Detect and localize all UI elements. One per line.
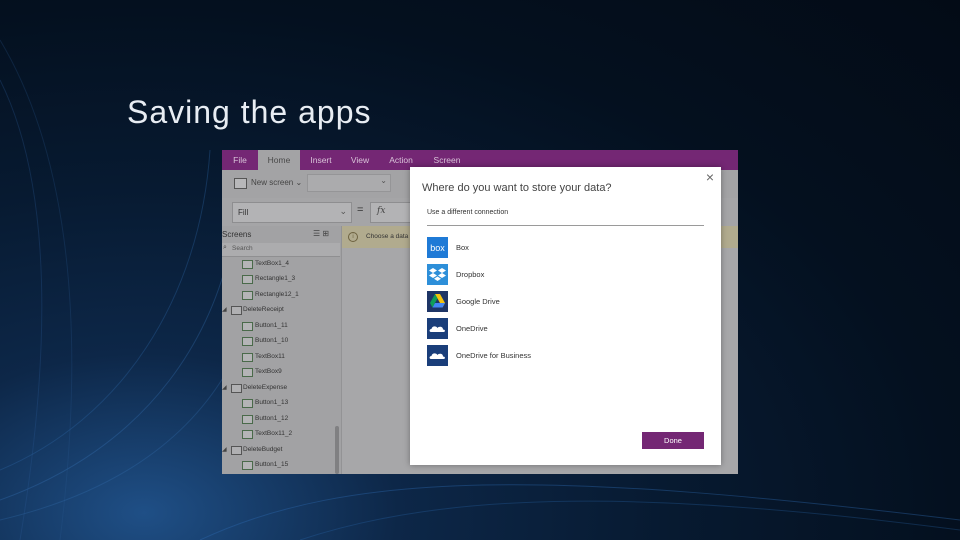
tab-home[interactable]: Home	[258, 150, 300, 170]
tree-item-screen[interactable]: ◢ DeleteExpense	[222, 381, 340, 395]
equals-sign: =	[357, 204, 364, 216]
svg-text:box: box	[430, 243, 445, 253]
storage-dialog: Where do you want to store your data? × …	[410, 167, 721, 465]
control-icon	[242, 368, 253, 377]
box-icon: box	[427, 237, 448, 258]
service-label: Google Drive	[456, 297, 500, 306]
service-option-onedrive-business[interactable]: OneDrive for Business	[427, 345, 687, 367]
close-icon[interactable]: ×	[706, 169, 714, 185]
expand-arrow-icon[interactable]: ◢	[222, 381, 227, 395]
slide-title: Saving the apps	[127, 94, 372, 130]
screens-panel: Screens ☰ ⊞ ⌕ Search TextBox1_4 Rectangl…	[222, 226, 342, 474]
panel-scrollbar[interactable]	[335, 426, 339, 474]
tree-item[interactable]: TextBox11_2	[222, 427, 340, 441]
control-icon	[242, 291, 253, 300]
tree-item[interactable]: Button1_12	[222, 412, 340, 426]
layout-dropdown[interactable]: ⌄	[307, 174, 391, 192]
new-screen-button[interactable]: New screen ⌄	[251, 178, 302, 187]
info-icon: i	[348, 232, 358, 242]
fx-button[interactable]: fx	[370, 202, 412, 223]
property-dropdown[interactable]: Fill ⌄	[232, 202, 352, 223]
expand-arrow-icon[interactable]: ◢	[222, 443, 227, 457]
tree-item[interactable]: TextBox11	[222, 350, 340, 364]
tree-item[interactable]: Rectangle1_3	[222, 272, 340, 286]
new-screen-icon[interactable]	[234, 178, 247, 189]
control-icon	[242, 461, 253, 470]
service-label: Box	[456, 243, 469, 252]
divider	[427, 225, 704, 226]
control-icon	[242, 322, 253, 331]
chevron-down-icon: ⌄	[339, 206, 347, 216]
property-value: Fill	[238, 208, 249, 217]
control-icon	[242, 430, 253, 439]
service-option-box[interactable]: box Box	[427, 237, 687, 259]
tree-item[interactable]: TextBox9	[222, 365, 340, 379]
service-label: Dropbox	[456, 270, 485, 279]
onedrive-business-icon	[427, 345, 448, 366]
dropbox-icon	[427, 264, 448, 285]
screens-search-input[interactable]: ⌕ Search	[222, 243, 340, 257]
control-icon	[242, 415, 253, 424]
control-icon	[242, 337, 253, 346]
tree-item[interactable]: Button1_15	[222, 458, 340, 472]
service-label: OneDrive for Business	[456, 351, 532, 360]
done-button[interactable]: Done	[642, 432, 704, 449]
expand-arrow-icon[interactable]: ◢	[222, 303, 227, 317]
control-icon	[242, 275, 253, 284]
service-option-onedrive[interactable]: OneDrive	[427, 318, 687, 340]
service-option-dropbox[interactable]: Dropbox	[427, 264, 687, 286]
control-icon	[242, 399, 253, 408]
chevron-down-icon: ⌄	[380, 176, 387, 185]
control-icon	[242, 353, 253, 362]
panel-tools-icon[interactable]: ☰ ⊞	[313, 229, 329, 238]
google-drive-icon	[427, 291, 448, 312]
different-connection-link[interactable]: Use a different connection	[427, 209, 508, 216]
onedrive-icon	[427, 318, 448, 339]
service-label: OneDrive	[456, 324, 488, 333]
tree-item-screen[interactable]: ◢ DeleteBudget	[222, 443, 340, 457]
dialog-title: Where do you want to store your data?	[422, 182, 612, 194]
search-icon: ⌕	[223, 244, 227, 251]
control-icon	[242, 260, 253, 269]
tree-item-screen[interactable]: ◢ DeleteReceipt	[222, 303, 340, 317]
tree-item[interactable]: Button1_13	[222, 396, 340, 410]
fx-icon: fx	[377, 206, 386, 216]
tab-file[interactable]: File	[222, 150, 258, 170]
screen-icon	[231, 446, 242, 455]
screen-icon	[231, 306, 242, 315]
tab-insert[interactable]: Insert	[300, 150, 342, 170]
service-option-google-drive[interactable]: Google Drive	[427, 291, 687, 313]
tree-item[interactable]: Button1_10	[222, 334, 340, 348]
panel-title: Screens	[222, 230, 252, 239]
screen-icon	[231, 384, 242, 393]
tab-view[interactable]: View	[342, 150, 378, 170]
tree-item[interactable]: TextBox1_4	[222, 257, 340, 271]
tree-item[interactable]: Button1_11	[222, 319, 340, 333]
tree-item[interactable]: Rectangle12_1	[222, 288, 340, 302]
